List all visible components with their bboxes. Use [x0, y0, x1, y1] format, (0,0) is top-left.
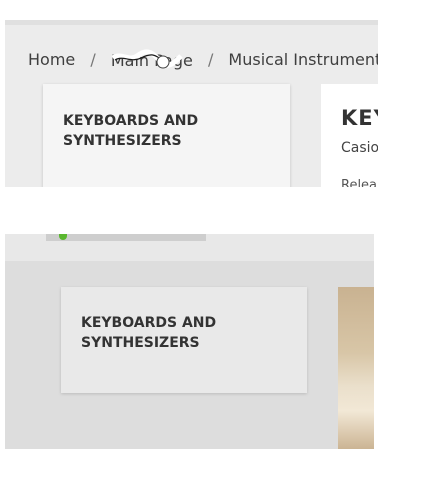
- breadcrumb: Home / Main Page / Musical Instruments /: [28, 48, 378, 70]
- breadcrumb-main-page: Main Page: [110, 50, 193, 70]
- tab-fragment: [46, 234, 206, 241]
- product-brand: Casio: [341, 140, 378, 156]
- breadcrumb-separator: /: [207, 50, 214, 69]
- breadcrumb-obscured-item[interactable]: Main Page: [110, 48, 193, 70]
- breadcrumb-home[interactable]: Home: [28, 50, 75, 69]
- category-card-title: KEYBOARDS AND SYNTHESIZERS: [63, 113, 199, 149]
- category-card-title: KEYBOARDS AND SYNTHESIZERS: [81, 315, 217, 351]
- breadcrumb-separator: /: [90, 50, 96, 69]
- product-info-panel: KEY Casio Relea: [321, 84, 378, 187]
- product-title: KEY: [341, 106, 378, 130]
- category-card[interactable]: KEYBOARDS AND SYNTHESIZERS: [43, 84, 290, 187]
- product-image[interactable]: [338, 287, 374, 449]
- top-border: [5, 20, 378, 25]
- product-release-field: Relea: [341, 178, 378, 187]
- top-screenshot-panel: Home / Main Page / Musical Instruments /…: [5, 20, 378, 187]
- breadcrumb-musical-instruments[interactable]: Musical Instruments: [228, 50, 378, 69]
- bottom-screenshot-panel: KEYBOARDS AND SYNTHESIZERS: [5, 234, 374, 449]
- category-card[interactable]: KEYBOARDS AND SYNTHESIZERS: [61, 287, 307, 393]
